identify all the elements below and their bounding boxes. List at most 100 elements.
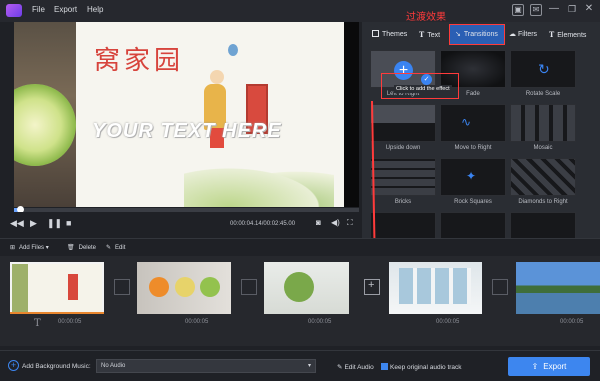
transition-thumb[interactable]: ✦ bbox=[440, 158, 506, 196]
tab-themes[interactable]: Themes bbox=[372, 27, 407, 42]
transition-slot[interactable] bbox=[241, 279, 257, 295]
export-label: Export bbox=[543, 362, 567, 371]
delete-label: Delete bbox=[78, 245, 96, 251]
snapshot-icon[interactable]: ◙ bbox=[316, 218, 321, 227]
stop-icon[interactable]: ■ bbox=[66, 218, 71, 228]
clip-thumb-detail bbox=[68, 274, 78, 300]
volume-icon[interactable]: ◀) bbox=[331, 218, 340, 227]
lemon-image bbox=[175, 277, 195, 297]
preview-overlay-text[interactable]: YOUR TEXT HERE bbox=[92, 120, 282, 143]
transition-thumb[interactable] bbox=[370, 212, 436, 238]
transition-thumb[interactable] bbox=[510, 158, 576, 196]
transition-thumb[interactable] bbox=[370, 104, 436, 142]
tab-elements-label: Elements bbox=[557, 32, 587, 39]
video-preview: 窝家园 YOUR TEXT HERE bbox=[14, 22, 359, 207]
transition-thumb[interactable] bbox=[370, 158, 436, 196]
transition-label: Upside down bbox=[385, 145, 421, 151]
filters-icon: ☁ bbox=[509, 31, 516, 38]
edit-icon: ✎ bbox=[106, 245, 112, 251]
transition-thumb[interactable] bbox=[510, 212, 576, 238]
clip-progress-bar bbox=[10, 312, 104, 314]
add-transition-icon: + bbox=[368, 279, 375, 291]
audio-select[interactable]: No Audio ▾ bbox=[96, 359, 316, 373]
tab-transitions[interactable]: ↘ Transitions bbox=[455, 27, 498, 42]
transition-label: Mosaic bbox=[533, 145, 553, 151]
transition-label: Diamonds to Right bbox=[518, 199, 568, 205]
annotation-label: 过渡效果 bbox=[406, 12, 446, 23]
transition-label: Bricks bbox=[394, 199, 412, 205]
add-background-music-label: Add Background Music: bbox=[22, 363, 91, 370]
checkbox-checked-icon bbox=[381, 363, 388, 370]
close-icon[interactable]: ✕ bbox=[583, 4, 595, 16]
elements-icon: T bbox=[549, 30, 555, 39]
timeline-clip[interactable] bbox=[137, 262, 231, 314]
clip-duration: 00:00:05 bbox=[560, 319, 584, 325]
transition-thumb[interactable] bbox=[510, 104, 576, 142]
feedback-icon[interactable]: ✉ bbox=[530, 4, 542, 16]
export-icon: ⇪ bbox=[531, 362, 539, 371]
themes-icon bbox=[372, 30, 379, 37]
transition-label: Rotate Scale bbox=[525, 91, 561, 97]
clip-duration: 00:00:05 bbox=[185, 319, 209, 325]
menu-help[interactable]: Help bbox=[87, 5, 103, 14]
tab-filters[interactable]: ☁ Filters bbox=[509, 27, 537, 42]
plant-image bbox=[284, 272, 314, 302]
export-button[interactable]: ⇪ Export bbox=[508, 357, 590, 376]
tab-transitions-label: Transitions bbox=[463, 31, 498, 38]
transition-slot[interactable] bbox=[492, 279, 508, 295]
tooltip: Click to add the effect bbox=[394, 85, 452, 93]
tab-themes-label: Themes bbox=[382, 31, 408, 38]
app-logo-icon bbox=[6, 4, 22, 17]
edit-audio-icon: ✎ bbox=[337, 364, 343, 371]
lime-image bbox=[200, 277, 220, 297]
transition-thumb[interactable] bbox=[440, 212, 506, 238]
edit-audio-button[interactable]: ✎ Edit Audio bbox=[337, 363, 374, 371]
transition-slot-target[interactable]: + bbox=[364, 279, 380, 295]
pause-icon[interactable]: ❚❚ bbox=[47, 218, 62, 229]
transition-thumb[interactable]: ↻ bbox=[510, 50, 576, 88]
edit-button[interactable]: ✎ Edit bbox=[106, 244, 125, 251]
transition-slot[interactable] bbox=[114, 279, 130, 295]
orange-image bbox=[149, 277, 169, 297]
text-icon[interactable]: T bbox=[34, 318, 41, 329]
add-music-icon[interactable]: + bbox=[8, 360, 19, 371]
tab-filters-label: Filters bbox=[518, 31, 538, 38]
add-files-icon: ⊞ bbox=[10, 245, 16, 251]
preview-canvas: 窝家园 YOUR TEXT HERE bbox=[14, 22, 344, 207]
timeline-clip[interactable] bbox=[516, 262, 600, 314]
tab-text[interactable]: T Text bbox=[419, 27, 440, 42]
edit-label: Edit bbox=[115, 245, 126, 251]
text-icon: T bbox=[419, 30, 425, 39]
transitions-icon: ↘ bbox=[455, 31, 461, 38]
wave-icon: ∿ bbox=[461, 115, 472, 129]
window-image bbox=[399, 268, 471, 304]
menu-export[interactable]: Export bbox=[54, 5, 77, 14]
edit-audio-label: Edit Audio bbox=[344, 364, 374, 371]
keep-audio-checkbox[interactable]: Keep original audio track bbox=[381, 363, 462, 371]
clip-duration: 00:00:05 bbox=[308, 319, 332, 325]
trash-icon: 🗑 bbox=[67, 245, 75, 251]
save-icon[interactable]: ▣ bbox=[512, 4, 524, 16]
playback-time: 00:00:04.14/00:02:45.00 bbox=[230, 221, 296, 227]
clip-duration: 00:00:05 bbox=[436, 319, 460, 325]
restore-icon[interactable]: ❐ bbox=[566, 4, 578, 16]
menu-file[interactable]: File bbox=[32, 5, 45, 14]
minimize-icon[interactable]: — bbox=[548, 4, 560, 16]
transition-thumb[interactable]: ∿ bbox=[440, 104, 506, 142]
transition-label: Rock Squares bbox=[454, 199, 492, 205]
rotate-icon: ↻ bbox=[538, 61, 550, 77]
tab-text-label: Text bbox=[427, 32, 441, 39]
add-files-button[interactable]: ⊞ Add Files ▾ bbox=[10, 244, 49, 251]
timeline-clip[interactable] bbox=[264, 262, 349, 314]
timeline-clip[interactable] bbox=[10, 262, 104, 314]
timeline-clip[interactable] bbox=[389, 262, 482, 314]
tab-elements[interactable]: T Elements bbox=[549, 27, 586, 42]
fullscreen-icon[interactable]: ⛶ bbox=[347, 218, 353, 228]
play-icon[interactable]: ▶ bbox=[30, 218, 37, 229]
clip-duration: 00:00:05 bbox=[58, 319, 82, 325]
keep-audio-label: Keep original audio track bbox=[390, 364, 462, 371]
balloon-illustration bbox=[228, 44, 238, 56]
rewind-icon[interactable]: ◀◀ bbox=[10, 218, 24, 229]
add-files-label: Add Files bbox=[19, 245, 45, 251]
delete-button[interactable]: 🗑 Delete bbox=[67, 244, 96, 251]
